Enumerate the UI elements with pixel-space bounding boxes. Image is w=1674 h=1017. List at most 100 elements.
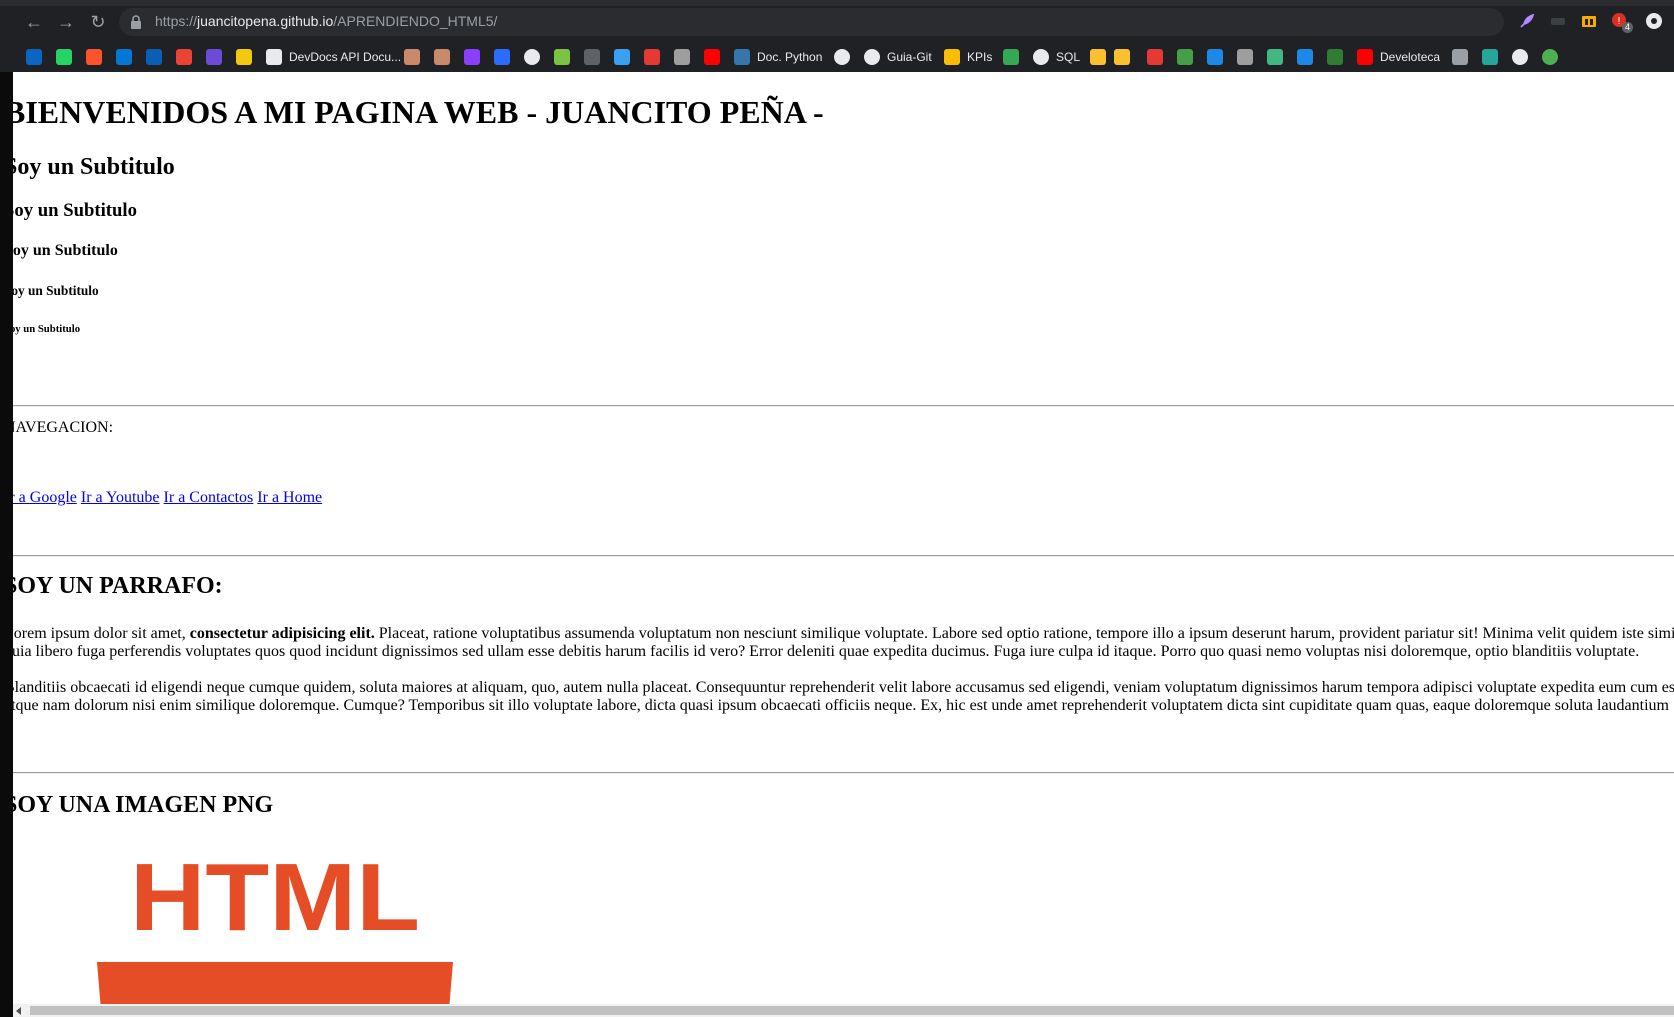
bookmark-item[interactable] xyxy=(236,47,252,67)
bookmark-item[interactable]: Develoteca xyxy=(1357,47,1440,67)
bookmark-item[interactable] xyxy=(1542,47,1558,67)
bookmark-item[interactable] xyxy=(1452,47,1468,67)
bookmark-item[interactable] xyxy=(524,47,540,67)
subtitle-h5: Soy un Subtitulo xyxy=(13,283,99,298)
bookmark-item[interactable] xyxy=(1297,47,1313,67)
bookmark-item[interactable] xyxy=(1512,47,1528,67)
page-viewport: BIENVENIDOS A MI PAGINA WEB - JUANCITO P… xyxy=(13,72,1674,1004)
app-icon xyxy=(1207,49,1223,65)
paragraph-2-line-1: Blanditiis obcaecati id eligendi neque c… xyxy=(13,679,1674,696)
bookmark-item[interactable] xyxy=(1177,47,1193,67)
gmail-icon xyxy=(176,49,192,65)
subtitle-h3: Soy un Subtitulo xyxy=(13,200,137,221)
feather-extension-icon[interactable] xyxy=(1518,12,1536,30)
nav-label: NAVEGACION: xyxy=(13,419,114,436)
youtube-icon xyxy=(1357,49,1373,65)
divider xyxy=(13,772,1674,774)
app-icon xyxy=(206,49,222,65)
horizontal-scrollbar[interactable] xyxy=(13,1004,1674,1017)
person-icon xyxy=(404,49,420,65)
address-bar[interactable]: https://juancitopena.github.io/APRENDIEN… xyxy=(119,8,1504,36)
extension-icon[interactable] xyxy=(1549,12,1567,30)
bookmark-item[interactable] xyxy=(434,47,450,67)
bookmark-item[interactable] xyxy=(1207,47,1223,67)
bookmark-item[interactable] xyxy=(1267,47,1283,67)
divider xyxy=(13,555,1674,557)
bookmark-item[interactable]: Guia-Git xyxy=(864,47,932,67)
youtube-icon xyxy=(704,49,720,65)
link-contactos[interactable]: Ir a Contactos xyxy=(164,489,254,506)
link-google[interactable]: Ir a Google xyxy=(13,489,77,506)
globe-icon xyxy=(834,49,850,65)
link-youtube[interactable]: Ir a Youtube xyxy=(81,489,160,506)
app-icon xyxy=(644,49,660,65)
bookmark-item[interactable] xyxy=(56,47,72,67)
link-home[interactable]: Ir a Home xyxy=(257,489,322,506)
app-icon xyxy=(584,49,600,65)
bookmark-item[interactable] xyxy=(494,47,510,67)
bookmark-label: Doc. Python xyxy=(757,50,823,64)
bookmark-label: DevDocs API Docu... xyxy=(289,50,402,64)
scroll-left-arrow-icon[interactable] xyxy=(16,1007,21,1015)
app-icon xyxy=(674,49,690,65)
reload-button[interactable]: ↻ xyxy=(86,10,110,34)
bookmark-item[interactable] xyxy=(404,47,420,67)
paragraph-1: Lorem ipsum dolor sit amet, consectetur … xyxy=(13,625,1674,661)
bookmark-item[interactable]: SQL xyxy=(1033,47,1080,67)
back-button[interactable]: ← xyxy=(22,10,46,34)
bookmark-item[interactable] xyxy=(176,47,192,67)
bookmark-item[interactable] xyxy=(674,47,690,67)
bookmark-item[interactable] xyxy=(26,47,42,67)
tab-strip xyxy=(0,0,1674,6)
paragraph-1-line-1: Lorem ipsum dolor sit amet, consectetur … xyxy=(13,625,1674,643)
bookmark-item[interactable] xyxy=(86,47,102,67)
bookmark-label: Develoteca xyxy=(1380,50,1441,64)
bookmarks-bar: DevDocs API Docu... Doc. Python Guia-Git KP… xyxy=(0,42,1674,72)
forward-button[interactable]: → xyxy=(54,10,78,34)
folder-extension-icon[interactable] xyxy=(1580,12,1598,30)
paragraph-heading: SOY UN PARRAFO: xyxy=(13,573,223,599)
lock-icon xyxy=(131,15,141,29)
shield-icon xyxy=(1452,49,1468,65)
bookmark-item[interactable] xyxy=(644,47,660,67)
bookmark-item[interactable] xyxy=(1090,47,1106,67)
app-icon xyxy=(1147,49,1163,65)
bookmark-item[interactable]: Doc. Python xyxy=(734,47,822,67)
bookmark-item[interactable] xyxy=(1003,47,1019,67)
bookmark-item[interactable] xyxy=(1482,47,1498,67)
app-icon xyxy=(1177,49,1193,65)
bookmark-item[interactable] xyxy=(584,47,600,67)
image-heading: SOY UNA IMAGEN PNG xyxy=(13,792,274,818)
bookmark-item[interactable]: DevDocs API Docu... xyxy=(266,47,401,67)
url-host: juancitopena.github.io xyxy=(197,13,334,29)
app-icon xyxy=(1237,49,1253,65)
profile-avatar-icon[interactable] xyxy=(1645,12,1663,30)
scrollbar-thumb[interactable] xyxy=(30,1006,1674,1015)
bookmark-item[interactable] xyxy=(1114,47,1130,67)
vue-icon xyxy=(1267,49,1283,65)
html-logo-text: HTML xyxy=(130,844,420,951)
bookmark-item[interactable] xyxy=(704,47,720,67)
nav-links: Ir a GoogleIr a YoutubeIr a ContactosIr … xyxy=(13,489,326,507)
bookmark-item[interactable] xyxy=(1327,47,1343,67)
devdocs-icon xyxy=(266,49,282,65)
bookmark-item[interactable] xyxy=(206,47,222,67)
app-icon xyxy=(494,49,510,65)
bookmark-item[interactable] xyxy=(464,47,480,67)
app-icon xyxy=(614,49,630,65)
bookmark-label: KPIs xyxy=(967,50,993,64)
paragraph-1-line-2: quia libero fuga perferendis voluptates … xyxy=(13,643,1640,660)
paragraph-1-rest: Placeat, ratione voluptatibus assumenda … xyxy=(374,625,1674,642)
bookmark-item[interactable] xyxy=(554,47,570,67)
bookmark-item[interactable] xyxy=(1147,47,1163,67)
bookmark-item[interactable] xyxy=(116,47,132,67)
globe-icon xyxy=(1512,49,1528,65)
bookmark-item[interactable] xyxy=(614,47,630,67)
bookmark-item[interactable] xyxy=(146,47,162,67)
power-bi-icon xyxy=(236,49,252,65)
globe-icon xyxy=(524,49,540,65)
url-path: /APRENDIENDO_HTML5/ xyxy=(333,13,498,29)
bookmark-item[interactable] xyxy=(1237,47,1253,67)
bookmark-item[interactable]: KPIs xyxy=(944,47,992,67)
bookmark-item[interactable] xyxy=(834,47,850,67)
